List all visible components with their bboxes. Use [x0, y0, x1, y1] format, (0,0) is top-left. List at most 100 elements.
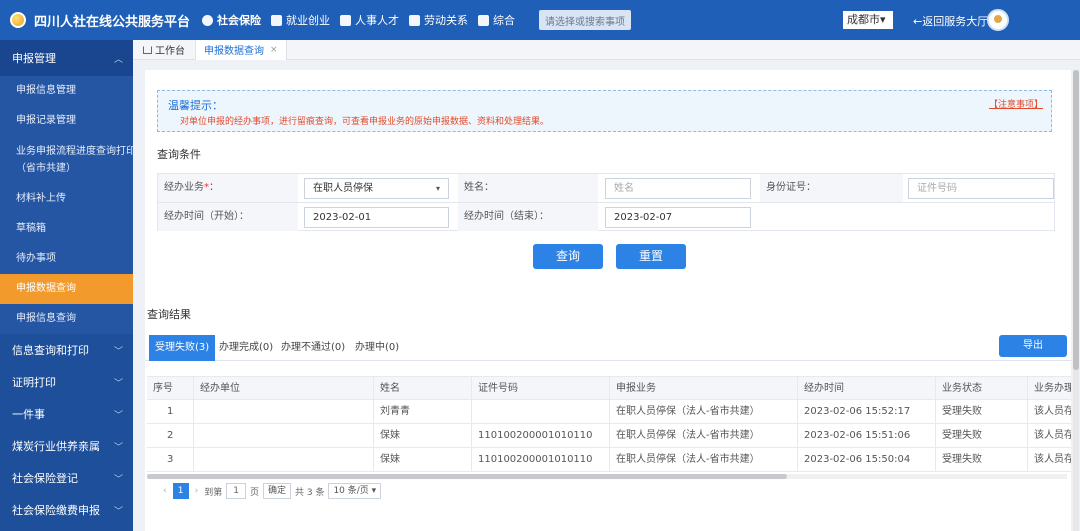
scrollbar-thumb[interactable]	[147, 474, 787, 479]
sidebar-group-label: 申报管理	[12, 52, 56, 65]
sidebar-group-insurance-payment[interactable]: 社会保险缴费申报 ﹀	[0, 494, 133, 526]
query-form: 经办业务*： 在职人员停保 ▾ 姓名： 姓名 身份证号： 证件号码 经办时间（开始…	[157, 173, 1055, 231]
vertical-scrollbar[interactable]	[1073, 70, 1079, 531]
avatar[interactable]	[987, 9, 1009, 31]
prev-page-icon[interactable]: ‹	[163, 486, 167, 496]
col-time: 经办时间	[797, 377, 935, 401]
sidebar-group-insurance-register[interactable]: 社会保险登记 ﹀	[0, 462, 133, 494]
tab-accept-failed[interactable]: 受理失败(3)	[149, 335, 216, 361]
tab-label: 工作台	[155, 46, 185, 57]
tab-workbench[interactable]: 工作台	[133, 40, 195, 60]
col-handling: 业务办理	[1027, 377, 1071, 401]
sidebar-group-certificate[interactable]: 证明打印 ﹀	[0, 366, 133, 398]
cell-unit	[193, 448, 373, 472]
goto-confirm-button[interactable]: 确定	[262, 483, 291, 499]
top-header: 四川人社在线公共服务平台 社会保险 就业创业 人事人才 劳动关系 综合 请选择或…	[0, 0, 1080, 40]
city-select[interactable]: 成都市▾	[843, 11, 893, 29]
cell-index: 1	[167, 406, 174, 417]
next-page-icon[interactable]: ›	[195, 486, 199, 496]
cell-id: 110100200001010110	[471, 424, 609, 448]
label-colon: ：	[209, 182, 219, 193]
sidebar-group-one-thing[interactable]: 一件事 ﹀	[0, 398, 133, 430]
tab-in-progress[interactable]: 办理中(0)	[355, 335, 399, 361]
end-time-label: 经办时间（结束）：	[458, 203, 598, 231]
nav-label: 人事人才	[355, 14, 400, 27]
nav-general[interactable]: 综合	[478, 12, 515, 28]
nav-talent[interactable]: 人事人才	[340, 12, 399, 28]
business-select[interactable]: 在职人员停保 ▾	[304, 178, 449, 199]
notice-link[interactable]: 【注意事项】	[989, 97, 1043, 110]
name-field[interactable]: 姓名	[605, 178, 751, 199]
horizontal-scrollbar[interactable]	[147, 474, 1067, 479]
nav-employment[interactable]: 就业创业	[271, 12, 330, 28]
sidebar-item-material-upload[interactable]: 材料补上传	[0, 184, 133, 214]
sidebar-item-drafts[interactable]: 草稿箱	[0, 214, 133, 244]
goto-label: 到第	[204, 487, 223, 498]
sidebar-item-info-query[interactable]: 申报信息查询	[0, 304, 133, 334]
nav-label: 社会保险	[217, 14, 262, 27]
cell-index: 3	[167, 454, 174, 465]
cell-status: 受理失败	[935, 424, 1027, 448]
cell-handling: 该人员存	[1027, 448, 1071, 472]
sidebar-item-declaration-records[interactable]: 申报记录管理	[0, 106, 133, 136]
chevron-down-icon: ﹀	[113, 378, 123, 389]
sidebar-item-declaration-info[interactable]: 申报信息管理	[0, 76, 133, 106]
nav-social-insurance[interactable]: 社会保险	[202, 12, 261, 28]
sidebar-group-label: 一件事	[12, 408, 45, 421]
search-input[interactable]: 请选择或搜索事项	[539, 10, 632, 30]
export-button[interactable]: 导出	[999, 335, 1067, 357]
business-label: 经办业务*：	[158, 174, 298, 202]
reset-button[interactable]: 重置	[616, 244, 686, 269]
sidebar: 申报管理 ︿ 申报信息管理 申报记录管理 业务申报流程进度查询打印 （省市共建） 材…	[0, 40, 133, 531]
cell-time: 2023-02-06 15:50:04	[797, 448, 935, 472]
table-row[interactable]: 2 保妹 110100200001010110 在职人员停保（法人-省市共建） …	[147, 424, 1071, 448]
home-icon	[143, 45, 152, 54]
nav-label: 劳动关系	[424, 14, 469, 27]
start-date-field[interactable]: 2023-02-01	[304, 207, 449, 228]
table-row[interactable]: 3 保妹 110100200001010110 在职人员停保（法人-省市共建） …	[147, 448, 1071, 472]
nav-labor[interactable]: 劳动关系	[409, 12, 468, 28]
tab-rejected[interactable]: 办理不通过(0)	[281, 335, 345, 361]
tip-text: 对单位申报的经办事项，进行留痕查询，可查看申报业务的原始申报数据、资料和处理结果…	[180, 117, 550, 127]
scrollbar-thumb[interactable]	[1073, 70, 1079, 370]
table-row[interactable]: 1 刘青青 在职人员停保（法人-省市共建） 2023-02-06 15:52:1…	[147, 400, 1071, 424]
name-label: 姓名：	[458, 174, 598, 202]
sidebar-item-progress-query[interactable]: 业务申报流程进度查询打印 （省市共建）	[0, 136, 133, 184]
tab-data-query[interactable]: 申报数据查询 ×	[195, 39, 287, 60]
start-time-label: 经办时间（开始）：	[158, 203, 298, 231]
page-1-button[interactable]: 1	[172, 483, 189, 499]
chevron-down-icon: ﹀	[113, 506, 123, 517]
cell-id: 110100200001010110	[471, 448, 609, 472]
col-name: 姓名	[373, 377, 471, 401]
page-size-select[interactable]: 10 条/页 ▾	[328, 483, 382, 499]
end-date-field[interactable]: 2023-02-07	[605, 207, 751, 228]
sidebar-group-declaration[interactable]: 申报管理 ︿	[0, 40, 133, 76]
goto-page-input[interactable]: 1	[226, 483, 246, 499]
back-to-hall-link[interactable]: ←返回服务大厅	[913, 13, 988, 29]
close-icon[interactable]: ×	[270, 45, 278, 55]
chevron-up-icon: ︿	[113, 54, 123, 65]
site-title: 四川人社在线公共服务平台	[34, 14, 191, 30]
cell-time: 2023-02-06 15:52:17	[797, 400, 935, 424]
col-index: 序号	[153, 383, 173, 394]
sidebar-group-coal-dependents[interactable]: 煤炭行业供养亲属 ﹀	[0, 430, 133, 462]
logo[interactable]: 四川人社在线公共服务平台	[10, 11, 190, 30]
logo-icon	[10, 12, 26, 28]
top-nav: 社会保险 就业创业 人事人才 劳动关系 综合	[202, 12, 525, 28]
col-id: 证件号码	[471, 377, 609, 401]
query-section-title: 查询条件	[157, 148, 201, 161]
main-panel: 温馨提示： 对单位申报的经办事项，进行留痕查询，可查看申报业务的原始申报数据、资…	[145, 70, 1071, 531]
sidebar-item-data-query[interactable]: 申报数据查询	[0, 274, 133, 304]
col-status: 业务状态	[935, 377, 1027, 401]
label-text: 经办业务	[164, 182, 204, 193]
tab-completed[interactable]: 办理完成(0)	[219, 335, 273, 361]
sidebar-item-label: 业务申报流程进度查询打印	[16, 146, 133, 157]
sidebar-item-todo[interactable]: 待办事项	[0, 244, 133, 274]
id-number-field[interactable]: 证件号码	[908, 178, 1054, 199]
sidebar-item-label: （省市共建）	[16, 163, 76, 174]
cell-handling: 该人员存	[1027, 424, 1071, 448]
sidebar-group-label: 社会保险缴费申报	[12, 504, 100, 517]
cell-name: 保妹	[373, 424, 471, 448]
search-button[interactable]: 查询	[533, 244, 603, 269]
sidebar-group-info-print[interactable]: 信息查询和打印 ﹀	[0, 334, 133, 366]
